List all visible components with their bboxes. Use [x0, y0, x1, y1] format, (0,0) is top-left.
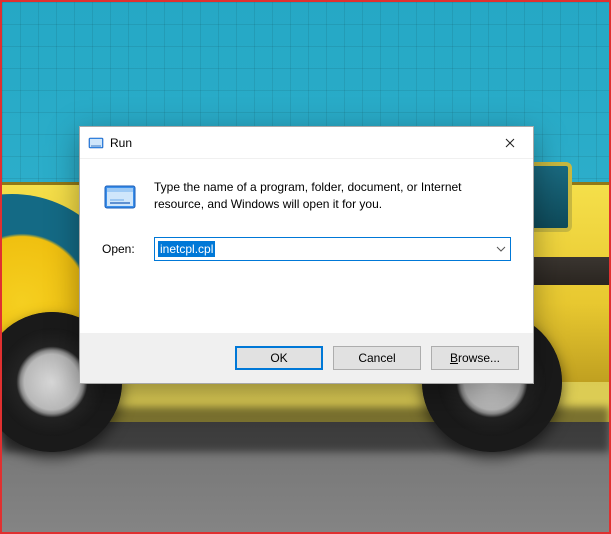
titlebar[interactable]: Run — [80, 127, 533, 159]
close-button[interactable] — [487, 127, 533, 159]
button-row: OK Cancel Browse... — [80, 333, 533, 383]
run-dialog: Run Type the name of a program, folder, … — [79, 126, 534, 384]
dialog-title: Run — [110, 136, 487, 150]
cancel-button[interactable]: Cancel — [333, 346, 421, 370]
run-icon — [88, 135, 104, 151]
close-icon — [505, 138, 515, 148]
open-combobox[interactable]: inetcpl.cpl — [154, 237, 511, 261]
ok-button[interactable]: OK — [235, 346, 323, 370]
run-icon — [102, 179, 138, 215]
open-label: Open: — [102, 242, 142, 256]
browse-button[interactable]: Browse... — [431, 346, 519, 370]
open-input[interactable] — [155, 238, 492, 260]
dialog-description: Type the name of a program, folder, docu… — [154, 179, 511, 214]
dropdown-button[interactable] — [492, 238, 510, 260]
chevron-down-icon — [496, 246, 506, 252]
browse-label-tail: rowse... — [458, 351, 500, 365]
